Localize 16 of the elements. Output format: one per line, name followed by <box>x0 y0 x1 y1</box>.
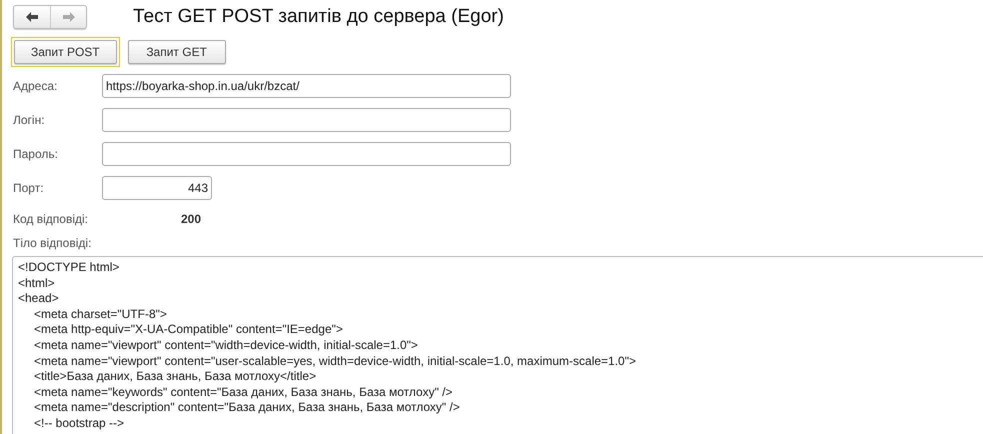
input-field[interactable] <box>102 142 511 166</box>
field-label: Логін: <box>13 113 46 127</box>
response-text-area[interactable]: <!DOCTYPE html> <html> <head> <meta charset="UTF-8"> <meta http-equiv="X-UA-Compatible" content="IE=edge"> <meta name="viewport" content="width=device-width, initial-scale=1.0"> <meta name="viewport" content="user-scalable=yes, width=device-width, initial-scale=1.0, maximum-scale=1.0"> <title>База даних, База знань, База мотлоху</title> <meta name="keywords" content="База даних, База знань, База мотлоху" /> <meta name="description" content="База даних, База знань, База мотлоху" /> <!-- bootstrap --> <box>12 256 983 434</box>
form-title: Тест GET POST запитів до сервера (Egor) <box>133 6 504 28</box>
input-field[interactable] <box>102 108 511 132</box>
right-arrow-icon <box>62 11 76 23</box>
field-label: Пароль: <box>13 147 59 161</box>
left-arrow-icon <box>25 11 39 23</box>
response-code: 200 <box>180 212 202 228</box>
request-button[interactable]: Запит POST <box>11 37 120 67</box>
field-label: Тіло відповіді: <box>13 236 92 250</box>
field-label: Адреса: <box>13 79 58 93</box>
number-field[interactable]: 443 <box>102 176 212 200</box>
field-label: Код відповіді: <box>13 212 89 228</box>
field-label: Порт: <box>13 181 45 195</box>
input-field[interactable]: https://boyarka-shop.in.ua/ukr/bzcat/ <box>102 74 511 98</box>
